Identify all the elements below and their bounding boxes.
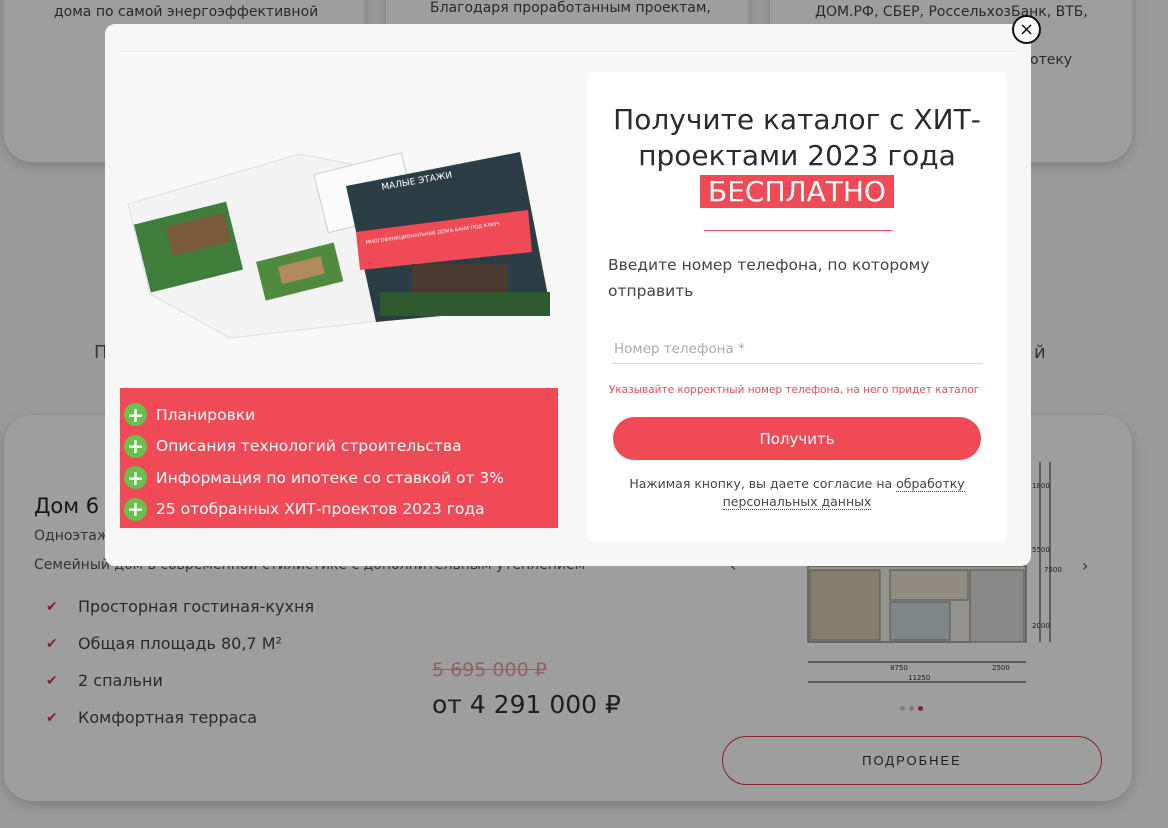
close-icon[interactable]: × — [1012, 15, 1041, 44]
phone-input[interactable] — [612, 334, 982, 364]
title-underline — [704, 230, 892, 231]
benefit-label: Планировки — [156, 405, 256, 424]
benefits-list: + Планировки + Описания технологий строите… — [120, 388, 558, 528]
benefit-label: Информация по ипотеке со ставкой от 3% — [156, 468, 504, 487]
form-hint: Введите номер телефона, по которому отпр… — [608, 256, 930, 300]
free-badge: БЕСПЛАТНО — [700, 175, 894, 208]
benefit-label: 25 отобранных ХИТ-проектов 2023 года — [156, 500, 485, 519]
catalog-preview-image: МАЛЫЕ ЭТАЖИ МНОГОФУНКЦИОНАЛЬНЫЕ ДОМА-БАН… — [127, 152, 550, 339]
benefit-item: + Описания технологий строительства — [124, 431, 554, 463]
phone-warning: Указывайте корректный номер телефона, на… — [609, 384, 980, 396]
benefit-item: + Планировки — [124, 399, 554, 431]
plus-icon: + — [124, 466, 147, 490]
modal-divider — [120, 51, 1016, 52]
form-title-text: Получите каталог с ХИТ-проектами 2023 го… — [613, 103, 981, 172]
plus-icon: + — [124, 497, 147, 521]
benefit-item: + Информация по ипотеке со ставкой от 3% — [124, 462, 554, 494]
consent-label: Нажимая кнопку, вы даете согласие на — [629, 476, 893, 491]
plus-icon: + — [124, 434, 147, 458]
benefit-item: +25 отобранных ХИТ-проектов 2023 года — [124, 494, 554, 526]
form-title: Получите каталог с ХИТ-проектами 2023 го… — [588, 102, 1006, 210]
consent-text: Нажимая кнопку, вы даете согласие на обр… — [618, 475, 976, 511]
submit-button[interactable]: Получить — [613, 417, 981, 460]
lead-form: Получите каталог с ХИТ-проектами 2023 го… — [588, 72, 1006, 542]
plus-icon: + — [124, 403, 147, 427]
benefit-label: Описания технологий строительства — [156, 437, 462, 456]
